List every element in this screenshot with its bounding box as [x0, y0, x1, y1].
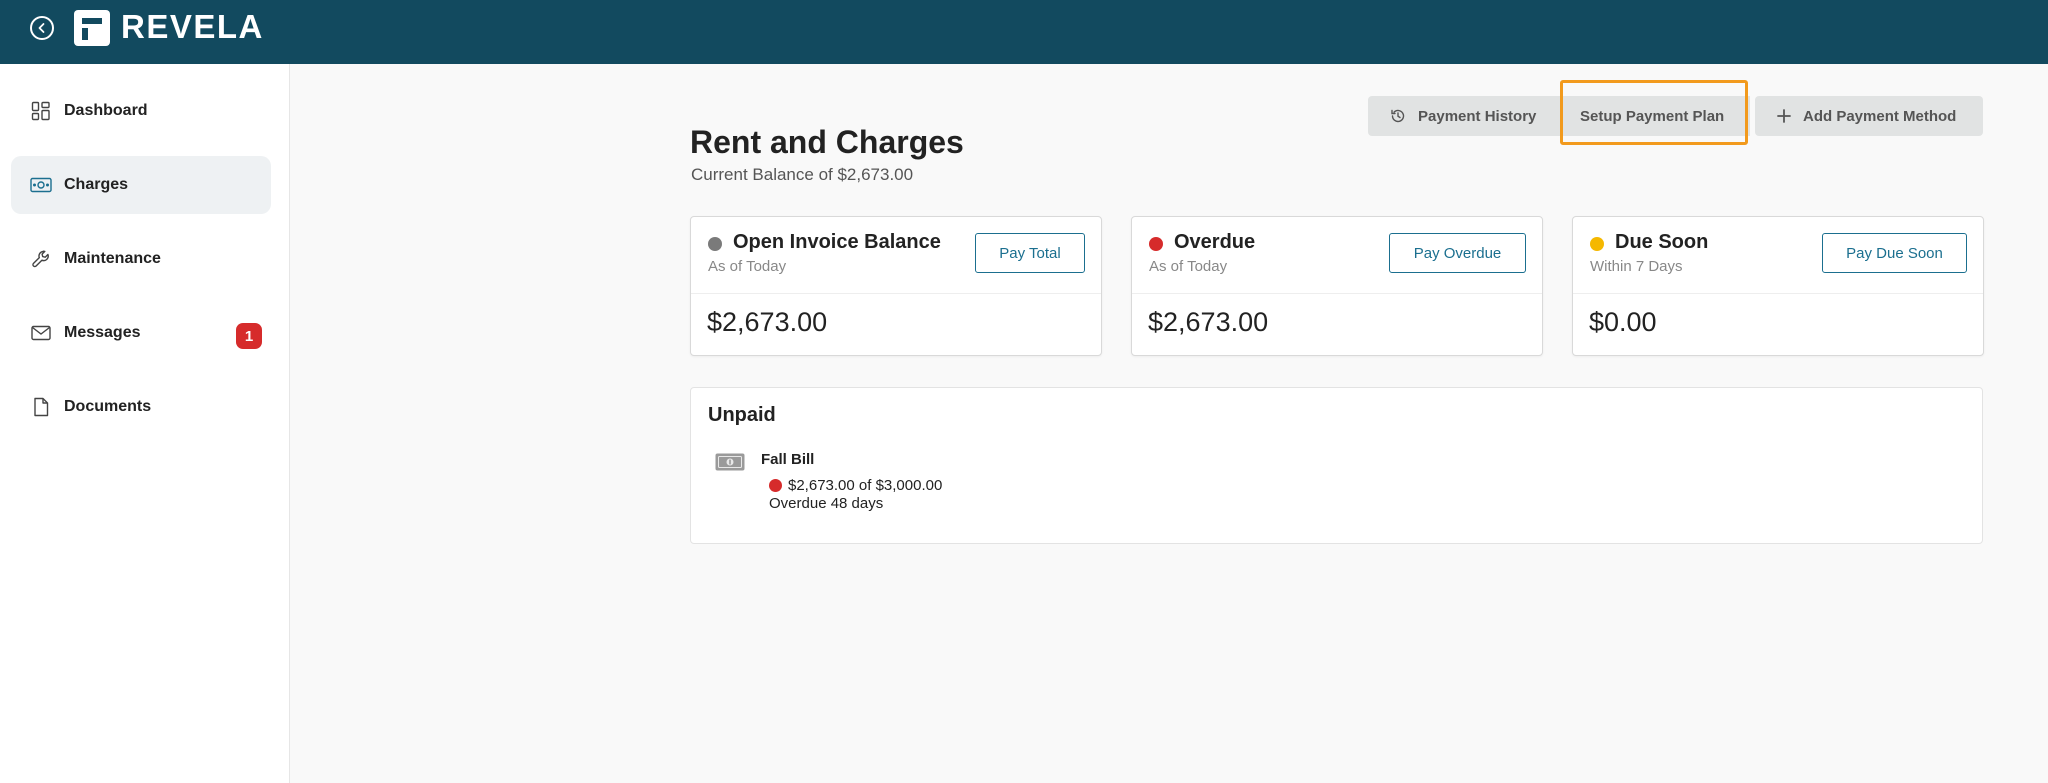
status-dot — [1149, 237, 1163, 251]
sidebar-item-messages[interactable]: Messages 1 — [11, 304, 271, 362]
plus-icon — [1777, 109, 1791, 123]
overdue-card: Overdue As of Today Pay Overdue $2,673.0… — [1131, 216, 1543, 356]
sidebar-item-dashboard[interactable]: Dashboard — [11, 82, 271, 140]
focus-highlight — [1560, 80, 1748, 145]
card-subtitle: As of Today — [708, 258, 787, 275]
messages-count-badge: 1 — [236, 323, 262, 349]
bill-amount: $2,673.00 of $3,000.00 — [788, 477, 943, 494]
sidebar-item-documents[interactable]: Documents — [11, 378, 271, 436]
dashboard-icon — [30, 100, 52, 122]
bill-status: Overdue 48 days — [769, 495, 884, 512]
sidebar: Dashboard Charges Maintenance Messages 1… — [0, 64, 290, 783]
envelope-icon — [30, 322, 52, 344]
revela-logo-icon[interactable] — [74, 10, 110, 46]
add-payment-method-label: Add Payment Method — [1803, 107, 1957, 125]
payment-history-label: Payment History — [1418, 107, 1537, 125]
pay-due-soon-button[interactable]: Pay Due Soon — [1822, 233, 1967, 273]
card-title: Open Invoice Balance — [733, 231, 941, 253]
unpaid-panel: Unpaid Fall Bill $2,673.00 of $3,000.00 … — [690, 387, 1983, 544]
page-title: Rent and Charges — [690, 124, 964, 160]
card-header: Overdue As of Today Pay Overdue — [1132, 217, 1542, 294]
sidebar-item-charges[interactable]: Charges — [11, 156, 271, 214]
sidebar-item-label: Documents — [64, 398, 152, 415]
sidebar-item-label: Dashboard — [64, 102, 148, 119]
sidebar-item-label: Maintenance — [64, 250, 161, 267]
sidebar-item-maintenance[interactable]: Maintenance — [11, 230, 271, 288]
overdue-dot — [769, 479, 782, 492]
sidebar-item-label: Charges — [64, 176, 129, 193]
card-header: Due Soon Within 7 Days Pay Due Soon — [1573, 217, 1983, 294]
history-icon — [1390, 108, 1406, 124]
cash-icon — [30, 174, 52, 196]
add-payment-method-button[interactable]: Add Payment Method — [1755, 96, 1983, 136]
back-arrow-icon[interactable] — [30, 16, 54, 40]
bill-name[interactable]: Fall Bill — [761, 451, 814, 468]
money-bill-icon — [715, 453, 745, 476]
unpaid-title: Unpaid — [708, 404, 776, 426]
sidebar-item-label: Messages — [64, 324, 141, 341]
card-title: Due Soon — [1615, 231, 1709, 253]
top-bar: REVELA — [0, 0, 2048, 64]
wrench-icon — [30, 248, 52, 270]
card-amount: $2,673.00 — [707, 307, 828, 337]
pay-total-button[interactable]: Pay Total — [975, 233, 1085, 273]
card-amount: $0.00 — [1589, 307, 1657, 337]
due-soon-card: Due Soon Within 7 Days Pay Due Soon $0.0… — [1572, 216, 1984, 356]
brand-name[interactable]: REVELA — [121, 8, 264, 46]
open-invoice-balance-card: Open Invoice Balance As of Today Pay Tot… — [690, 216, 1102, 356]
card-amount: $2,673.00 — [1148, 307, 1269, 337]
current-balance: Current Balance of $2,673.00 — [691, 165, 914, 184]
status-dot — [1590, 237, 1604, 251]
payment-history-button[interactable]: Payment History — [1368, 96, 1560, 136]
card-subtitle: As of Today — [1149, 258, 1228, 275]
status-dot — [708, 237, 722, 251]
card-header: Open Invoice Balance As of Today Pay Tot… — [691, 217, 1101, 294]
pay-overdue-button[interactable]: Pay Overdue — [1389, 233, 1526, 273]
document-icon — [30, 396, 52, 418]
card-subtitle: Within 7 Days — [1590, 258, 1683, 275]
card-title: Overdue — [1174, 231, 1256, 253]
